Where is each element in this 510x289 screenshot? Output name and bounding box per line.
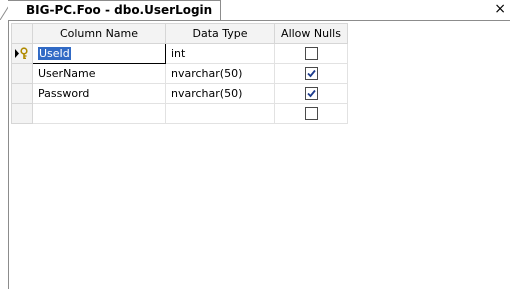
table-design-panel: Column Name Data Type Allow Nulls UseId … bbox=[8, 20, 510, 289]
grid-header-row: Column Name Data Type Allow Nulls bbox=[11, 23, 348, 44]
column-name-text: UseId bbox=[38, 47, 71, 60]
allow-nulls-checkbox[interactable] bbox=[304, 67, 318, 81]
column-name-cell[interactable]: Password bbox=[32, 83, 166, 104]
document-tab[interactable]: BIG-PC.Foo - dbo.UserLogin bbox=[8, 0, 222, 20]
allow-nulls-header[interactable]: Allow Nulls bbox=[274, 23, 348, 44]
allow-nulls-cell bbox=[274, 103, 348, 124]
allow-nulls-cell bbox=[274, 63, 348, 84]
allow-nulls-checkbox[interactable] bbox=[304, 87, 318, 101]
column-name-cell[interactable]: UseId bbox=[32, 43, 166, 64]
row-selector[interactable] bbox=[11, 83, 33, 104]
data-type-cell[interactable]: nvarchar(50) bbox=[165, 63, 275, 84]
primary-key-icon bbox=[15, 47, 28, 60]
data-type-cell[interactable]: int bbox=[165, 43, 275, 64]
table-row[interactable]: UseId int bbox=[11, 43, 348, 64]
checkmark-icon bbox=[306, 90, 316, 98]
close-icon[interactable]: × bbox=[494, 2, 506, 16]
table-row[interactable]: UserName nvarchar(50) bbox=[11, 63, 348, 84]
row-selector[interactable] bbox=[11, 43, 33, 64]
column-grid: Column Name Data Type Allow Nulls UseId … bbox=[11, 23, 348, 124]
allow-nulls-checkbox[interactable] bbox=[304, 47, 318, 61]
data-type-cell[interactable]: nvarchar(50) bbox=[165, 83, 275, 104]
column-name-cell[interactable]: UserName bbox=[32, 63, 166, 84]
allow-nulls-checkbox[interactable] bbox=[304, 107, 318, 121]
document-tab-strip: BIG-PC.Foo - dbo.UserLogin × bbox=[0, 0, 510, 20]
allow-nulls-cell bbox=[274, 43, 348, 64]
table-row[interactable]: Password nvarchar(50) bbox=[11, 83, 348, 104]
data-type-cell[interactable] bbox=[165, 103, 275, 124]
column-name-cell[interactable] bbox=[32, 103, 166, 124]
allow-nulls-cell bbox=[274, 83, 348, 104]
document-tab-title: BIG-PC.Foo - dbo.UserLogin bbox=[26, 3, 213, 17]
column-name-header[interactable]: Column Name bbox=[32, 23, 166, 44]
table-designer-window: BIG-PC.Foo - dbo.UserLogin × Column Name… bbox=[0, 0, 510, 289]
checkmark-icon bbox=[306, 70, 316, 78]
row-selector-header bbox=[11, 23, 33, 44]
table-row-new[interactable] bbox=[11, 103, 348, 124]
row-selector[interactable] bbox=[11, 103, 33, 124]
data-type-header[interactable]: Data Type bbox=[165, 23, 275, 44]
row-selector[interactable] bbox=[11, 63, 33, 84]
